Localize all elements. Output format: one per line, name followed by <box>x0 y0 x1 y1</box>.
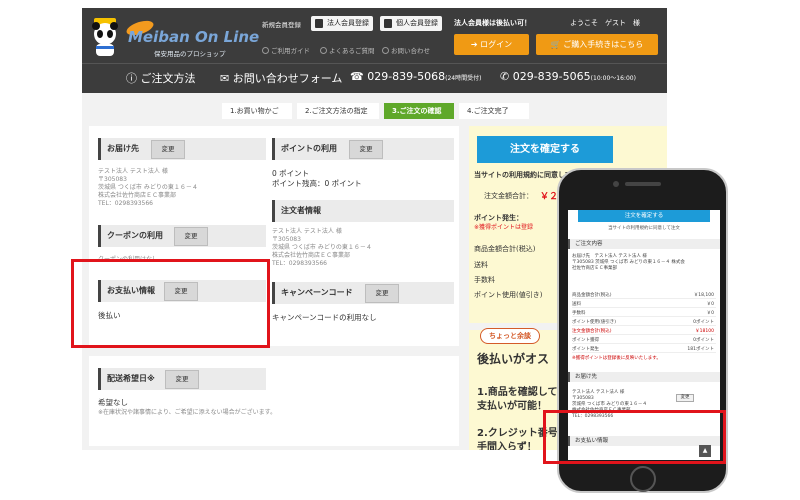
orderer-line: テスト法人 テスト法人 様 <box>272 228 342 235</box>
delivery-date-note: ※在庫状況や諸事情により、ご希望に添えない場合がございます。 <box>98 409 277 416</box>
contact-link[interactable]: お問い合わせ <box>382 45 430 55</box>
points-used-label: ポイント使用(値引き) <box>474 291 543 299</box>
contact-form-link[interactable]: ✉ お問い合わせフォーム <box>220 70 342 86</box>
step-confirm: 3.ご注文の確認 <box>384 103 454 119</box>
orderer-line: 株式会社佐竹商店ＥＣ事業部 <box>272 252 351 259</box>
home-button[interactable] <box>630 466 656 492</box>
promo-point-2b: 手間入らず！ <box>477 442 537 450</box>
tel-number: ☎ 029-839-5068(24時間受付) <box>350 70 482 83</box>
envelope-icon: ✉ <box>220 72 233 85</box>
question-circle-icon: ⓘ <box>126 72 141 85</box>
mobile-payment-highlight-box <box>543 410 726 464</box>
points-warning: ※獲得ポイントは登録 <box>474 224 534 231</box>
delivery-change-button[interactable]: 変更 <box>151 140 185 159</box>
site-header: Meiban On Line 保安用品のプロショップ 新規会員登録 法人会員登録… <box>82 8 667 93</box>
brand-subtitle: 保安用品のプロショップ <box>154 50 226 58</box>
panda-mascot-icon <box>92 18 118 56</box>
order-method-link[interactable]: ⓘ ご注文方法 <box>126 70 196 86</box>
delivery-line: 〒305083 <box>98 176 127 183</box>
terms-text: 当サイトの利用規約に同意して <box>474 171 572 179</box>
delivery-line: テスト法人 テスト法人 様 <box>98 168 168 175</box>
faq-link[interactable]: よくあるご質問 <box>320 45 375 55</box>
welcome-text: ようこそ ゲスト 様 <box>570 19 640 27</box>
orderer-line: 〒305083 <box>272 236 301 243</box>
question-icon <box>320 47 327 54</box>
campaign-change-button[interactable]: 変更 <box>365 284 399 303</box>
payment-highlight-box <box>71 259 270 348</box>
total-value: ￥２ <box>540 192 559 202</box>
mobile-confirm-button[interactable]: 注文を確定する <box>578 210 710 222</box>
promo-title: 後払いがオス <box>477 352 550 366</box>
fax-number: ✆ 029-839-5065(10:00～16:00) <box>500 70 636 83</box>
corp-notice: 法人会員様は後払い可！ <box>454 19 531 27</box>
guide-link[interactable]: ご利用ガイド <box>262 45 310 55</box>
points-change-button[interactable]: 変更 <box>349 140 383 159</box>
mobile-row-shipping: 送料 ￥0 <box>572 302 716 308</box>
mobile-order-heading: ご注文内容 <box>568 239 720 249</box>
promo-point-1b: 支払いが可能！ <box>477 401 547 412</box>
campaign-text: キャンペーンコードの利用なし <box>272 313 377 322</box>
promo-badge: ちょっと余談 <box>480 328 540 344</box>
total-label: 注文金額合計： <box>484 192 533 200</box>
mobile-delivery-change-button[interactable]: 変更 <box>676 394 694 402</box>
points-value: 0 ポイント <box>272 169 310 178</box>
person-icon <box>384 19 392 28</box>
orderer-heading: 注文者情報 <box>272 200 454 222</box>
site-logo[interactable]: Meiban On Line 保安用品のプロショップ <box>88 14 260 60</box>
orderer-line: TEL：0298393566 <box>272 260 327 267</box>
checkout-button[interactable]: 🛒 ご購入手続きはこちら <box>536 34 658 55</box>
campaign-heading: キャンペーンコード <box>272 282 454 304</box>
fee-label: 手数料 <box>474 276 495 284</box>
mobile-row-points-issued: ポイント発生 181ポイント <box>572 347 716 353</box>
step-complete: 4.ご注文完了 <box>459 103 529 119</box>
info-bar: ⓘ ご注文方法 ✉ お問い合わせフォーム ☎ 029-839-5068(24時間… <box>82 63 667 93</box>
camera-icon <box>613 181 619 187</box>
delivery-line: 株式会社佐竹商店ＥＣ事業部 <box>98 192 177 199</box>
individual-register-button[interactable]: 個人会員登録 <box>380 16 442 31</box>
orderer-line: 茨城県 つくば市 みどりの東１６－４ <box>272 244 372 251</box>
points-balance: ポイント残高：0 ポイント <box>272 179 362 188</box>
mobile-row-points-gain: ポイント獲得 0ポイント <box>572 338 716 344</box>
login-button[interactable]: ➔ ログイン <box>454 34 529 55</box>
mobile-terms-note: 当サイトの利用規約に同意して注文 <box>608 226 680 231</box>
delivery-date-change-button[interactable]: 変更 <box>165 370 199 389</box>
mail-icon <box>382 47 389 54</box>
cart-icon: 🛒 <box>550 40 564 49</box>
phone-icon: ✆ <box>500 70 513 83</box>
brand-name: Meiban On Line <box>128 28 260 46</box>
help-icon <box>262 47 269 54</box>
confirm-order-button[interactable]: 注文を確定する <box>477 136 613 163</box>
subtotal-label: 商品金額合計(税込) <box>474 245 536 253</box>
coupon-change-button[interactable]: 変更 <box>174 227 208 246</box>
mobile-row-fee: 手数料 ￥0 <box>572 311 716 317</box>
mobile-row-points-used: ポイント使用(値引き) 0ポイント <box>572 320 716 326</box>
mobile-order-line: 社佐竹商店ＥＣ事業部 <box>572 266 617 271</box>
new-member-link[interactable]: 新規会員登録 <box>262 19 301 29</box>
delivery-line: TEL：0298393566 <box>98 200 153 207</box>
corp-register-button[interactable]: 法人会員登録 <box>311 16 373 31</box>
delivery-line: 茨城県 つくば市 みどりの東１６－４ <box>98 184 198 191</box>
mobile-row-subtotal: 商品金額合計(税込) ￥18,100 <box>572 293 716 299</box>
fax-icon: ☎ <box>350 70 368 83</box>
mobile-delivery-heading: お届け先 <box>568 372 720 382</box>
building-icon <box>315 19 323 28</box>
step-cart: 1.お買い物かご <box>222 103 292 119</box>
mobile-row-total: 注文金額合計(税込) ￥18100 <box>572 329 716 335</box>
speaker-grille <box>625 182 661 186</box>
shipping-label: 送料 <box>474 261 488 269</box>
promo-point-1: 1.商品を確認して <box>477 387 558 398</box>
login-icon: ➔ <box>470 40 481 49</box>
delivery-date-value: 希望なし <box>98 398 128 407</box>
mobile-points-note: ※獲得ポイントは登録後に反映いたします。 <box>572 356 661 361</box>
step-method: 2.ご注文方法の指定 <box>297 103 379 119</box>
